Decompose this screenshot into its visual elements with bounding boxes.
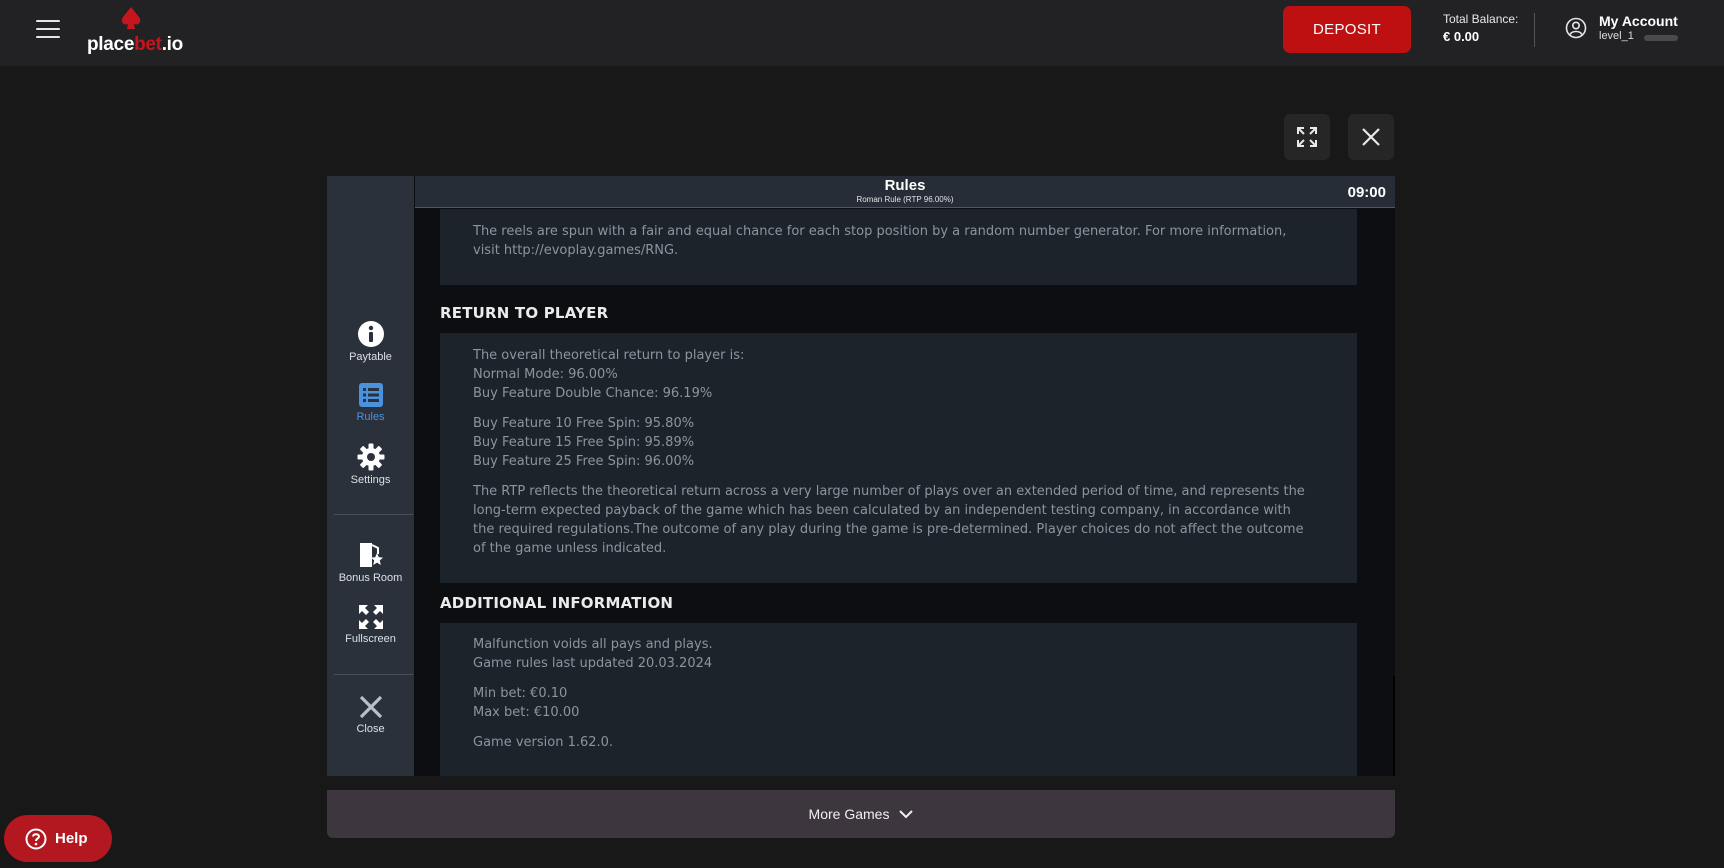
fullscreen-icon <box>358 605 383 629</box>
close-icon <box>359 695 382 719</box>
rtp-paragraph-line: long-term expected payback of the game w… <box>473 503 1291 518</box>
help-button[interactable]: Help <box>4 815 112 862</box>
total-balance: Total Balance: € 0.00 <box>1443 12 1518 44</box>
rng-info-box: The reels are spun with a fair and equal… <box>440 209 1357 285</box>
info-icon <box>357 321 384 347</box>
rules-header: Rules Roman Rule (RTP 96.00%) 09:00 <box>415 176 1395 208</box>
sidebar-item-label: Fullscreen <box>345 633 396 645</box>
close-game-button[interactable] <box>1348 114 1394 160</box>
expand-game-button[interactable] <box>1284 114 1330 160</box>
sidebar-item-settings[interactable]: Settings <box>327 443 414 486</box>
sidebar-item-label: Paytable <box>349 351 392 363</box>
rtp-info-box: The overall theoretical return to player… <box>440 333 1357 583</box>
sidebar-item-label: Bonus Room <box>338 572 403 584</box>
additional-info-title: ADDITIONAL INFORMATION <box>440 594 674 612</box>
rules-content[interactable]: The reels are spun with a fair and equal… <box>415 209 1395 776</box>
rtp-paragraph-line: The RTP reflects the theoretical return … <box>473 484 1305 499</box>
game-version: Game version 1.62.0. <box>473 735 614 750</box>
rtp-line: Buy Feature Double Chance: 96.19% <box>473 386 713 401</box>
help-label: Help <box>55 830 88 847</box>
rtp-section-title: RETURN TO PLAYER <box>440 304 609 322</box>
rtp-line: Normal Mode: 96.00% <box>473 367 618 382</box>
rtp-line: Buy Feature 10 Free Spin: 95.80% <box>473 416 695 431</box>
game-frame: Paytable Rules Settings Bonus Room Fulls… <box>327 176 1395 776</box>
balance-value: € 0.00 <box>1443 29 1480 44</box>
sidebar-item-paytable[interactable]: Paytable <box>327 320 414 363</box>
site-logo[interactable]: placebet.io <box>87 6 187 56</box>
list-icon <box>358 383 383 407</box>
scrollbar[interactable] <box>1393 676 1395 776</box>
top-bar: placebet.io DEPOSIT Total Balance: € 0.0… <box>0 0 1724 66</box>
gear-icon <box>357 443 384 471</box>
level-progress-bar <box>1644 35 1678 41</box>
sidebar-item-label: Close <box>356 723 385 735</box>
rtp-paragraph-line: the required regulations.The outcome of … <box>473 522 1304 537</box>
expand-icon <box>1297 127 1317 147</box>
balance-label: Total Balance: <box>1443 12 1519 26</box>
rng-text: visit http://evoplay.games/RNG. <box>473 243 679 258</box>
my-account-button[interactable]: My Account level_1 <box>1565 13 1685 49</box>
sidebar-item-rules[interactable]: Rules <box>327 382 414 423</box>
info-line: Game rules last updated 20.03.2024 <box>473 656 713 671</box>
clock: 09:00 <box>1347 184 1386 201</box>
chevron-down-icon <box>899 810 914 819</box>
info-line: Min bet: €0.10 <box>473 686 568 701</box>
rules-subtitle: Roman Rule (RTP 96.00%) <box>856 195 954 204</box>
question-icon <box>25 828 47 849</box>
sidebar-item-label: Settings <box>350 474 391 486</box>
user-icon <box>1565 17 1587 39</box>
sidebar-item-fullscreen[interactable]: Fullscreen <box>327 604 414 645</box>
additional-info-box: Malfunction voids all pays and plays. Ga… <box>440 623 1357 776</box>
more-games-label: More Games <box>808 806 890 822</box>
deposit-button[interactable]: DEPOSIT <box>1283 6 1411 53</box>
rtp-paragraph-line: of the game unless indicated. <box>473 541 667 556</box>
logo-text: placebet.io <box>87 34 183 55</box>
sidebar-item-label: Rules <box>356 411 385 423</box>
sidebar-divider <box>334 514 413 515</box>
header-divider <box>1534 13 1535 47</box>
bonus-door-icon <box>359 543 383 567</box>
account-title: My Account <box>1599 13 1678 29</box>
more-games-button[interactable]: More Games <box>327 790 1395 838</box>
sidebar-item-close[interactable]: Close <box>327 694 414 735</box>
sidebar-item-bonus-room[interactable]: Bonus Room <box>327 541 414 584</box>
info-line: Malfunction voids all pays and plays. <box>473 637 713 652</box>
rtp-line: The overall theoretical return to player… <box>473 348 745 363</box>
logo-spade-icon <box>121 7 141 29</box>
close-icon <box>1362 128 1380 146</box>
game-sidebar: Paytable Rules Settings Bonus Room Fulls… <box>327 176 414 776</box>
menu-icon[interactable] <box>36 20 60 38</box>
account-level: level_1 <box>1599 30 1634 42</box>
rtp-line: Buy Feature 25 Free Spin: 96.00% <box>473 454 695 469</box>
rng-text: The reels are spun with a fair and equal… <box>473 224 1287 239</box>
rules-title: Rules <box>884 177 926 194</box>
sidebar-divider <box>334 674 413 675</box>
info-line: Max bet: €10.00 <box>473 705 580 720</box>
rtp-line: Buy Feature 15 Free Spin: 95.89% <box>473 435 695 450</box>
